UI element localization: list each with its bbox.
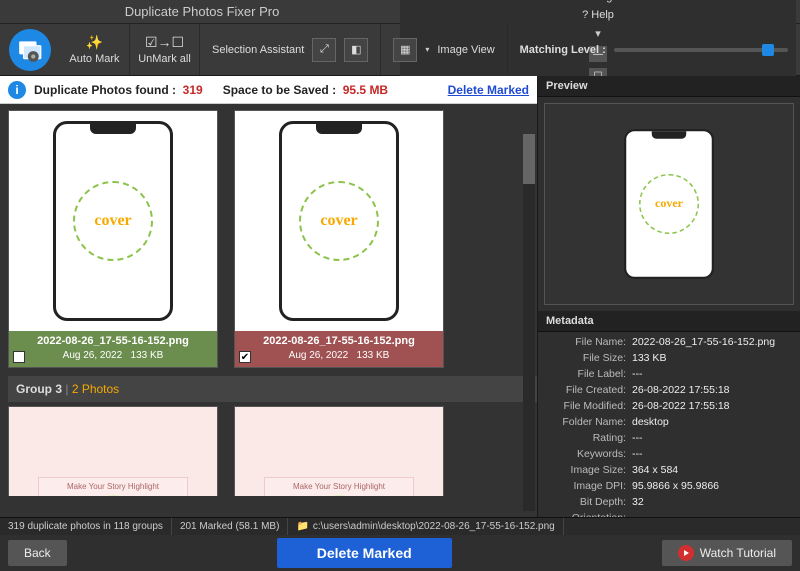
metadata-title: Metadata (538, 311, 800, 332)
thumbnail-caption: 2022-08-26_17-55-16-152.png Aug 26, 2022… (235, 331, 443, 367)
wand-icon: ✨ (86, 34, 103, 51)
meta-image-dpi: 95.9866 x 95.9866 (632, 480, 792, 492)
found-count: 319 (183, 83, 203, 97)
meta-orientation: --- (632, 512, 792, 517)
resize-icon: ⤢ (320, 43, 329, 56)
thumbnail-image: cover (9, 111, 217, 331)
watch-tutorial-button[interactable]: Watch Tutorial (662, 540, 792, 566)
preview-image: cover (544, 103, 794, 305)
play-icon (678, 545, 694, 561)
delete-marked-button[interactable]: Delete Marked (277, 538, 452, 568)
settings-label[interactable]: Settings (578, 0, 618, 3)
status-groups: 319 duplicate photos in 118 groups (0, 518, 172, 535)
thumbnail-image: cover (235, 111, 443, 331)
matching-level-control: Matching Level : (508, 24, 800, 75)
preview-title: Preview (538, 76, 800, 97)
auto-mark-button[interactable]: ✨ Auto Mark (60, 24, 130, 75)
thumbnail-checkbox[interactable]: ✔ (239, 351, 251, 363)
unmark-all-button[interactable]: ☑→☐ UnMark all (130, 24, 200, 75)
scroll-thumb[interactable] (523, 134, 535, 184)
back-button[interactable]: Back (8, 540, 67, 566)
thumb-filename: 2022-08-26_17-55-16-152.png (241, 335, 437, 347)
matching-level-slider[interactable] (614, 48, 788, 52)
bottom-bar: Back Delete Marked Watch Tutorial (0, 535, 800, 571)
help-label[interactable]: ? Help (582, 9, 614, 21)
meta-keywords: --- (632, 448, 792, 460)
delete-marked-link[interactable]: Delete Marked (448, 83, 529, 97)
thumbnail-checkbox[interactable] (13, 351, 25, 363)
space-label: Space to be Saved : (223, 83, 336, 97)
meta-file-modified: 26-08-2022 17:55:18 (632, 400, 792, 412)
meta-image-size: 364 x 584 (632, 464, 792, 476)
meta-rating: --- (632, 432, 792, 444)
selection-mode-2-button[interactable]: ◧ (344, 38, 368, 62)
status-bar: 319 duplicate photos in 118 groups 201 M… (0, 517, 800, 535)
meta-bit-depth: 32 (632, 496, 792, 508)
unmark-icon: ☑→☐ (145, 34, 184, 51)
selection-assistant-label: Selection Assistant (212, 44, 304, 56)
slider-thumb[interactable] (762, 44, 774, 56)
info-icon: i (8, 81, 26, 99)
results-scrollbar[interactable] (523, 134, 535, 511)
selection-mode-1-button[interactable]: ⤢ (312, 38, 336, 62)
thumbnail-item[interactable]: cover 2022-08-26_17-55-16-152.png Aug 26… (8, 110, 218, 368)
thumbnail-grid: cover 2022-08-26_17-55-16-152.png Aug 26… (0, 104, 537, 517)
group-header: Group 3 | 2 Photos (8, 376, 537, 402)
folder-icon: 📁 (296, 521, 308, 532)
meta-file-name: 2022-08-26_17-55-16-152.png (632, 336, 792, 348)
thumbnail-image: Make Your Story Highlight (9, 407, 217, 496)
logo-badge-icon (9, 29, 51, 71)
thumb-filename: 2022-08-26_17-55-16-152.png (15, 335, 211, 347)
grid-icon: ▦ (400, 43, 410, 56)
app-logo (0, 24, 60, 75)
grid-view-button[interactable]: ▦ (393, 38, 417, 62)
info-bar: i Duplicate Photos found : 319 Space to … (0, 76, 537, 104)
status-marked: 201 Marked (58.1 MB) (172, 518, 289, 535)
selection-assistant-group: Selection Assistant ⤢ ◧ (200, 24, 381, 75)
space-value: 95.5 MB (343, 83, 388, 97)
meta-folder-name: desktop (632, 416, 792, 428)
meta-file-size: 133 KB (632, 352, 792, 364)
found-label: Duplicate Photos found : (34, 83, 176, 97)
status-path: 📁 c:\users\admin\desktop\2022-08-26_17-5… (288, 518, 563, 535)
thumbnail-caption: 2022-08-26_17-55-16-152.png Aug 26, 2022… (9, 331, 217, 367)
thumbnail-item[interactable]: Make Your Story Highlight (234, 406, 444, 496)
results-pane: i Duplicate Photos found : 319 Space to … (0, 76, 538, 517)
meta-file-created: 26-08-2022 17:55:18 (632, 384, 792, 396)
image-view-group: ▦ ▾ Image View (381, 24, 507, 75)
app-title: Duplicate Photos Fixer Pro (4, 4, 400, 19)
titlebar: Duplicate Photos Fixer Pro ▾ ⚙ Settings … (0, 0, 800, 24)
metadata-list: File Name:2022-08-26_17-55-16-152.png Fi… (538, 332, 800, 517)
eraser-icon: ◧ (351, 43, 361, 56)
side-panel: Preview cover Metadata File Name:2022-08… (538, 76, 800, 517)
main-toolbar: ✨ Auto Mark ☑→☐ UnMark all Selection Ass… (0, 24, 800, 76)
thumbnail-image: Make Your Story Highlight (235, 407, 443, 496)
thumbnail-item[interactable]: cover 2022-08-26_17-55-16-152.png Aug 26… (234, 110, 444, 368)
matching-level-label: Matching Level : (520, 44, 606, 56)
thumbnail-item[interactable]: Make Your Story Highlight (8, 406, 218, 496)
meta-file-label: --- (632, 368, 792, 380)
image-view-label: Image View (437, 44, 494, 56)
